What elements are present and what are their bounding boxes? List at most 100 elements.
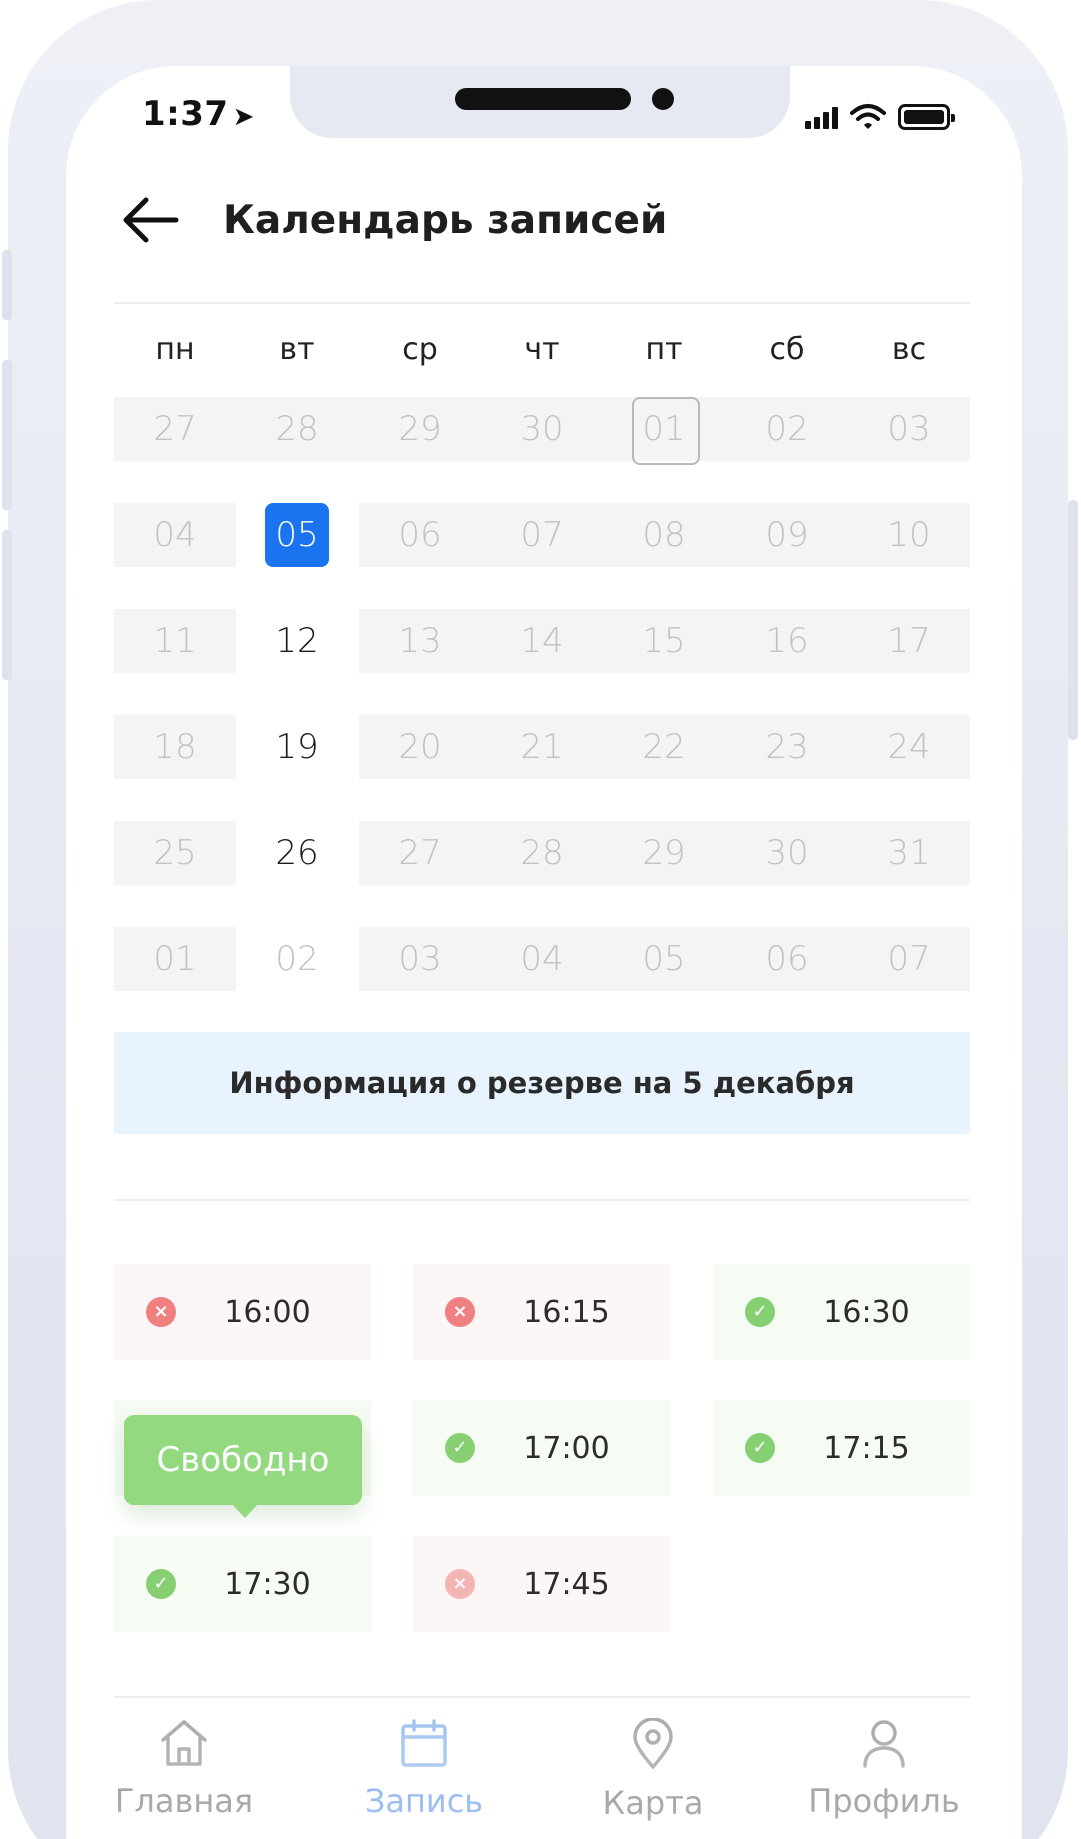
section-divider [114, 1199, 970, 1201]
time-slot-free[interactable]: ✓ 16:30 [713, 1264, 970, 1360]
tab-home[interactable]: Главная [84, 1718, 284, 1820]
tab-map[interactable]: Карта [553, 1718, 753, 1822]
time-slot-label: 17:45 [523, 1566, 610, 1602]
tab-label: Профиль [808, 1782, 960, 1820]
time-slot-free[interactable]: ✓ 17:30 [114, 1536, 371, 1632]
calendar-week-row: 01 02 03 04 05 06 07 [114, 927, 970, 991]
calendar-day[interactable]: 27 [114, 397, 236, 461]
time-slot-label: 17:30 [224, 1566, 311, 1602]
arrow-left-icon [123, 197, 179, 243]
tab-label: Запись [364, 1782, 484, 1820]
weekday-label: пт [645, 332, 683, 367]
calendar-day[interactable]: 04 [114, 503, 236, 567]
side-button-right [1068, 500, 1078, 740]
calendar-day[interactable]: 29 [603, 821, 725, 885]
status-time: 1:37 ➤ [142, 94, 255, 134]
status-time-text: 1:37 [142, 94, 229, 134]
calendar-day[interactable]: 11 [114, 609, 236, 673]
weekday-label: пн [155, 332, 195, 367]
calendar-week-row: 25 26 27 28 29 30 31 [114, 821, 970, 885]
calendar-day[interactable]: 03 [359, 927, 481, 991]
calendar-day-available[interactable]: 19 [236, 715, 358, 779]
tabbar-divider [114, 1696, 970, 1698]
page-title: Календарь записей [223, 198, 668, 243]
calendar-day[interactable]: 02 [236, 927, 358, 991]
calendar-day[interactable]: 17 [848, 609, 970, 673]
bottom-tab-bar: Главная Запись Карта Профиль [66, 1700, 1022, 1839]
tab-booking[interactable]: Запись [324, 1718, 524, 1820]
phone-notch [290, 66, 790, 138]
calendar-day[interactable]: 21 [481, 715, 603, 779]
time-slot-label: 16:30 [823, 1294, 910, 1330]
calendar-icon [401, 1719, 447, 1767]
reservation-info-banner: Информация о резерве на 5 декабря [114, 1032, 970, 1134]
calendar-day[interactable]: 31 [848, 821, 970, 885]
time-slot-busy[interactable]: × 16:15 [413, 1264, 670, 1360]
slot-status-tooltip: Свободно [124, 1415, 362, 1518]
calendar-day[interactable]: 06 [726, 927, 848, 991]
location-arrow-icon: ➤ [232, 102, 255, 132]
calendar-day[interactable]: 10 [848, 503, 970, 567]
weekday-label: чт [524, 332, 560, 367]
time-slot-label: 16:00 [224, 1294, 311, 1330]
time-slot-label: 16:15 [523, 1294, 610, 1330]
weekday-label: вс [891, 332, 927, 367]
home-icon [161, 1720, 207, 1766]
status-icons [805, 100, 955, 134]
calendar-day[interactable]: 07 [481, 503, 603, 567]
calendar-day[interactable]: 08 [603, 503, 725, 567]
tab-profile[interactable]: Профиль [784, 1718, 984, 1820]
calendar-day-available[interactable]: 12 [236, 609, 358, 673]
calendar-day[interactable]: 05 [603, 927, 725, 991]
time-slot-label: 17:15 [823, 1430, 910, 1466]
calendar-day[interactable]: 30 [726, 821, 848, 885]
time-slot-busy[interactable]: × 17:45 [413, 1536, 670, 1632]
weekday-label: ср [402, 332, 438, 367]
calendar-day[interactable]: 27 [359, 821, 481, 885]
header-divider [114, 302, 970, 304]
side-button-left [2, 360, 12, 510]
calendar-week-row: 27 28 29 30 01 02 03 [114, 397, 970, 465]
calendar-day[interactable]: 18 [114, 715, 236, 779]
calendar-day[interactable]: 28 [236, 397, 358, 461]
calendar-day[interactable]: 25 [114, 821, 236, 885]
calendar-day[interactable]: 23 [726, 715, 848, 779]
calendar-day[interactable]: 22 [603, 715, 725, 779]
battery-icon [898, 104, 955, 130]
calendar-day-selected[interactable]: 05 [236, 503, 358, 567]
front-camera [652, 88, 674, 110]
calendar-day-available[interactable]: 26 [236, 821, 358, 885]
calendar-week-row: 11 12 13 14 15 16 17 [114, 609, 970, 673]
calendar-day[interactable]: 02 [726, 397, 848, 461]
tab-label: Карта [602, 1784, 704, 1822]
calendar-week-row: 04 05 06 07 08 09 10 [114, 503, 970, 567]
calendar-day-today[interactable]: 01 [603, 397, 725, 465]
back-button[interactable] [122, 194, 180, 246]
side-button-left [2, 250, 12, 320]
calendar-day[interactable]: 09 [726, 503, 848, 567]
calendar-day[interactable]: 24 [848, 715, 970, 779]
calendar-day[interactable]: 07 [848, 927, 970, 991]
tab-label: Главная [114, 1782, 254, 1820]
time-slot-free[interactable]: ✓ 17:00 [413, 1400, 670, 1496]
cellular-signal-icon [805, 105, 838, 129]
calendar-day[interactable]: 15 [603, 609, 725, 673]
calendar-day[interactable]: 06 [359, 503, 481, 567]
time-slot-busy[interactable]: × 16:00 [114, 1264, 371, 1360]
calendar-day[interactable]: 03 [848, 397, 970, 461]
calendar-day[interactable]: 01 [114, 927, 236, 991]
time-slot-label: 17:00 [523, 1430, 610, 1466]
side-button-left [2, 530, 12, 680]
calendar-day[interactable]: 14 [481, 609, 603, 673]
weekday-label: вт [279, 332, 315, 367]
calendar-day[interactable]: 30 [481, 397, 603, 461]
weekday-header: пн вт ср чт пт сб вс [114, 332, 970, 372]
time-slot-free[interactable]: ✓ 17:15 [713, 1400, 970, 1496]
calendar-day[interactable]: 13 [359, 609, 481, 673]
calendar-day[interactable]: 04 [481, 927, 603, 991]
calendar-day[interactable]: 16 [726, 609, 848, 673]
calendar-day[interactable]: 20 [359, 715, 481, 779]
wifi-icon [850, 104, 886, 129]
calendar-day[interactable]: 29 [359, 397, 481, 461]
calendar-day[interactable]: 28 [481, 821, 603, 885]
